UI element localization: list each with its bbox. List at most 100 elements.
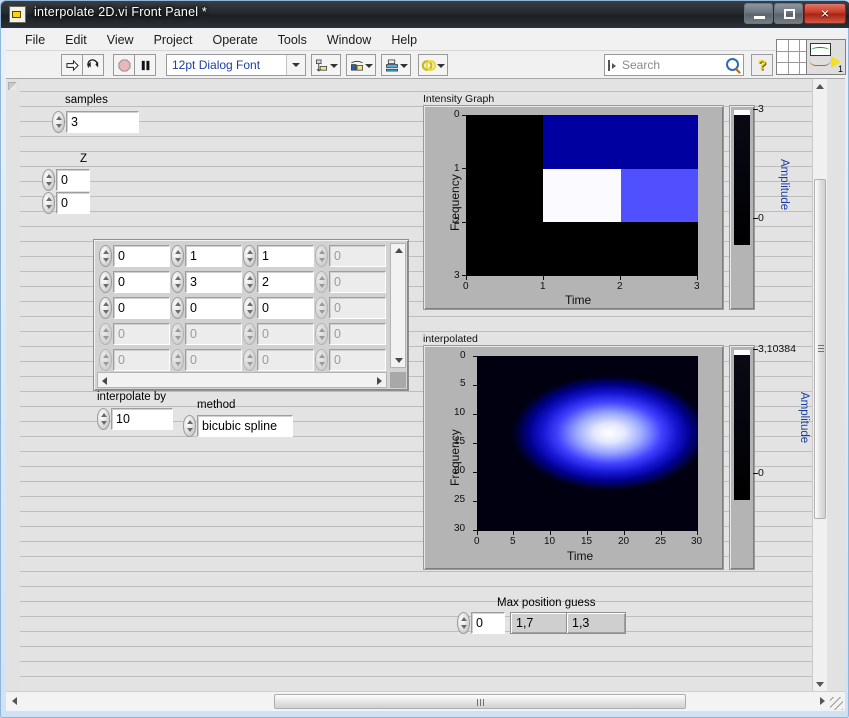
font-selector-dropdown[interactable] <box>286 55 305 75</box>
z-cell[interactable]: 0 <box>329 271 386 293</box>
menu-item-operate[interactable]: Operate <box>203 31 266 49</box>
scroll-down-icon[interactable] <box>395 358 403 363</box>
reorder-objects-button[interactable] <box>418 54 448 76</box>
z-cell-stepper[interactable] <box>99 349 112 371</box>
z-array-container[interactable]: 0 1 1 0 0 3 2 0 0 0 0 0 0 0 0 0 0 0 0 0 <box>93 239 409 391</box>
z-col-index-stepper[interactable] <box>42 192 55 214</box>
scroll-up-icon[interactable] <box>816 84 824 89</box>
menu-item-help[interactable]: Help <box>382 31 426 49</box>
z-cell-stepper[interactable] <box>171 271 184 293</box>
scroll-left-icon[interactable] <box>12 697 17 705</box>
z-cell[interactable]: 0 <box>113 297 170 319</box>
z-cell[interactable]: 0 <box>257 297 314 319</box>
vertical-scroll-thumb[interactable] <box>814 179 826 519</box>
vi-icon[interactable]: 1 <box>806 39 846 75</box>
z-col-index-input[interactable]: 0 <box>56 192 90 214</box>
menu-item-tools[interactable]: Tools <box>269 31 316 49</box>
intensity-color-scale[interactable] <box>729 105 755 310</box>
z-cell[interactable]: 0 <box>113 271 170 293</box>
z-cell[interactable]: 0 <box>113 323 170 345</box>
distribute-objects-button[interactable] <box>346 54 376 76</box>
method-selector[interactable]: bicubic spline <box>197 415 293 437</box>
pause-button[interactable] <box>134 54 156 76</box>
z-cell[interactable]: 3 <box>185 271 242 293</box>
menu-item-window[interactable]: Window <box>318 31 380 49</box>
z-cell-stepper[interactable] <box>171 349 184 371</box>
z-cell-stepper[interactable] <box>99 271 112 293</box>
intensity-graph-plot[interactable] <box>466 115 698 276</box>
z-array-vertical-scrollbar[interactable] <box>390 243 406 368</box>
scroll-left-icon[interactable] <box>102 377 107 385</box>
z-cell-stepper[interactable] <box>243 271 256 293</box>
interpolate-by-input[interactable]: 10 <box>111 408 173 430</box>
search-input[interactable]: Search <box>604 54 744 76</box>
z-cell-stepper[interactable] <box>315 271 328 293</box>
z-cell[interactable]: 0 <box>329 245 386 267</box>
z-cell-stepper[interactable] <box>99 245 112 267</box>
z-cell[interactable]: 0 <box>257 323 314 345</box>
minimize-button[interactable] <box>744 3 773 24</box>
z-cell-stepper[interactable] <box>243 297 256 319</box>
z-cell-stepper[interactable] <box>99 323 112 345</box>
z-cell-stepper[interactable] <box>171 323 184 345</box>
z-cell[interactable]: 0 <box>329 297 386 319</box>
z-cell-stepper[interactable] <box>315 349 328 371</box>
max-position-index-input[interactable]: 0 <box>471 612 505 634</box>
z-cell[interactable]: 0 <box>329 349 386 371</box>
resize-grip-icon[interactable] <box>830 697 843 710</box>
context-help-button[interactable]: ? <box>751 54 773 76</box>
z-array-horizontal-scrollbar[interactable] <box>97 372 387 388</box>
z-cell-stepper[interactable] <box>171 245 184 267</box>
z-cell[interactable]: 0 <box>185 297 242 319</box>
menu-item-edit[interactable]: Edit <box>56 31 96 49</box>
align-objects-button[interactable] <box>311 54 341 76</box>
z-cell[interactable]: 0 <box>185 349 242 371</box>
z-array-resize-corner[interactable] <box>390 372 406 388</box>
scroll-up-icon[interactable] <box>395 248 403 253</box>
z-cell[interactable]: 0 <box>113 245 170 267</box>
interpolated-graph[interactable]: 0 5 10 15 20 25 30 0 5 10 15 20 25 30 Ti… <box>423 345 724 570</box>
scroll-right-icon[interactable] <box>820 697 825 705</box>
maximize-button[interactable] <box>774 3 803 24</box>
front-panel-canvas[interactable]: samples 3 Z 0 0 0 1 1 0 0 3 2 0 0 0 0 0 … <box>20 79 827 692</box>
resize-objects-button[interactable] <box>381 54 411 76</box>
interpolated-graph-plot[interactable] <box>477 356 698 531</box>
max-position-index-stepper[interactable] <box>457 612 470 634</box>
z-cell-stepper[interactable] <box>315 323 328 345</box>
z-cell-stepper[interactable] <box>243 323 256 345</box>
menu-item-view[interactable]: View <box>98 31 143 49</box>
interpolate-by-stepper[interactable] <box>97 408 110 430</box>
samples-input[interactable]: 3 <box>66 111 139 133</box>
z-cell[interactable]: 0 <box>257 349 314 371</box>
menu-item-file[interactable]: File <box>16 31 54 49</box>
z-row-index-stepper[interactable] <box>42 169 55 191</box>
run-button[interactable] <box>61 54 83 76</box>
z-cell[interactable]: 2 <box>257 271 314 293</box>
search-icon[interactable] <box>726 58 739 71</box>
z-cell[interactable]: 1 <box>257 245 314 267</box>
method-stepper[interactable] <box>183 415 196 437</box>
z-cell[interactable]: 0 <box>185 323 242 345</box>
run-continuously-button[interactable] <box>82 54 104 76</box>
panel-horizontal-scrollbar[interactable] <box>6 691 845 711</box>
z-cell-stepper[interactable] <box>243 349 256 371</box>
panel-vertical-scrollbar[interactable] <box>812 79 827 692</box>
z-row-index-input[interactable]: 0 <box>56 169 90 191</box>
z-cell-stepper[interactable] <box>315 245 328 267</box>
intensity-graph[interactable]: 0 1 2 3 0 1 2 3 Time Frequency <box>423 105 724 310</box>
scroll-down-icon[interactable] <box>816 682 824 687</box>
z-cell-stepper[interactable] <box>315 297 328 319</box>
font-selector[interactable]: 12pt Dialog Font <box>166 54 306 76</box>
z-cell-stepper[interactable] <box>243 245 256 267</box>
interpolated-color-scale[interactable] <box>729 345 755 570</box>
z-cell[interactable]: 0 <box>113 349 170 371</box>
z-cell[interactable]: 1 <box>185 245 242 267</box>
z-cell-stepper[interactable] <box>99 297 112 319</box>
horizontal-scroll-thumb[interactable] <box>274 694 686 709</box>
scroll-right-icon[interactable] <box>377 377 382 385</box>
close-button[interactable]: ✕ <box>804 3 846 24</box>
z-cell[interactable]: 0 <box>329 323 386 345</box>
menu-item-project[interactable]: Project <box>145 31 202 49</box>
z-cell-stepper[interactable] <box>171 297 184 319</box>
samples-stepper[interactable] <box>52 111 65 133</box>
